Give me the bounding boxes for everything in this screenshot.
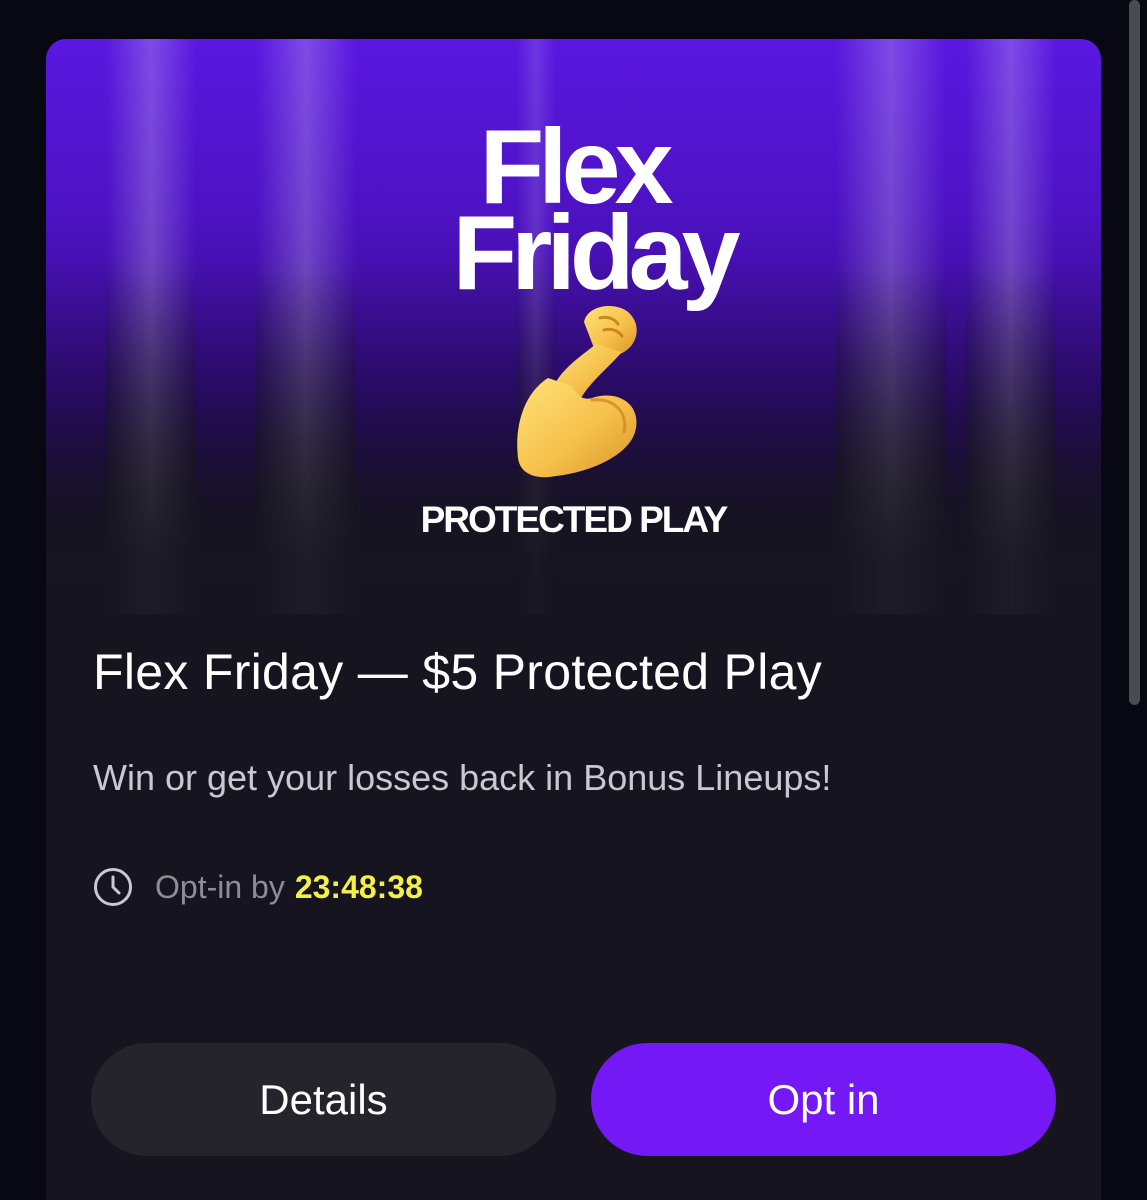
opt-in-button-label: Opt in	[767, 1075, 880, 1123]
promo-description: Win or get your losses back in Bonus Lin…	[93, 757, 832, 798]
page: Flex Friday PROTECTED PLAY Flex Friday —…	[0, 0, 1147, 1200]
flexed-biceps-icon	[517, 306, 637, 478]
promo-banner: Flex Friday PROTECTED PLAY	[46, 39, 1101, 614]
promo-card: Flex Friday PROTECTED PLAY Flex Friday —…	[46, 39, 1101, 1200]
clock-icon	[94, 868, 132, 906]
banner-subtitle: PROTECTED PLAY	[420, 499, 729, 540]
opt-in-button[interactable]: Opt in	[591, 1043, 1056, 1156]
details-button[interactable]: Details	[91, 1043, 556, 1156]
promo-title: Flex Friday — $5 Protected Play	[93, 644, 823, 700]
details-button-label: Details	[259, 1075, 388, 1123]
scrollbar[interactable]	[1129, 0, 1140, 705]
optin-deadline: Opt-in by 23:48:38	[93, 866, 423, 908]
optin-label: Opt-in by	[155, 868, 285, 905]
banner-title: Flex Friday	[46, 114, 1101, 306]
countdown-timer: 23:48:38	[294, 868, 423, 905]
